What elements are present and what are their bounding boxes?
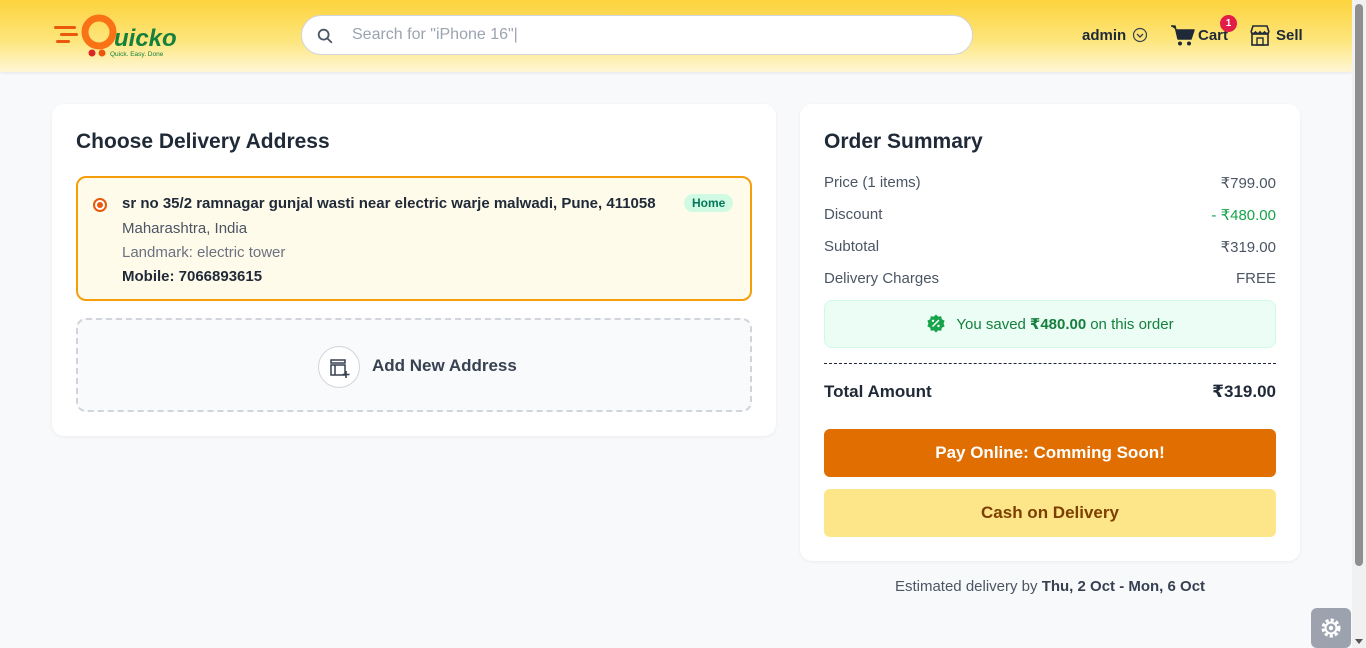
pay-online-button[interactable]: Pay Online: Comming Soon!: [824, 429, 1276, 477]
cart-count-badge: 1: [1220, 15, 1237, 32]
quicko-logo[interactable]: uicko Quick. Easy. Done: [54, 12, 194, 60]
summary-divider: [824, 363, 1276, 364]
address-type-badge: Home: [684, 194, 734, 212]
sell-label: Sell: [1276, 26, 1303, 44]
savings-prefix: You saved: [956, 315, 1026, 333]
summary-row-value: FREE: [1235, 270, 1276, 287]
summary-row-label: Subtotal: [824, 238, 880, 255]
summary-row-delivery: Delivery Charges FREE: [824, 270, 1276, 287]
add-new-address-button[interactable]: Add New Address: [76, 318, 752, 412]
summary-row-label: Discount: [824, 206, 883, 223]
scrollbar-thumb[interactable]: [1355, 4, 1363, 566]
summary-row-discount: Discount - ₹480.00: [824, 206, 1276, 224]
estimated-delivery: Estimated delivery by Thu, 2 Oct - Mon, …: [800, 578, 1300, 595]
settings-button[interactable]: [1311, 608, 1351, 648]
logo-graphic: uicko Quick. Easy. Done: [54, 14, 177, 58]
address-option-selected[interactable]: sr no 35/2 ramnagar gunjal wasti near el…: [76, 176, 752, 301]
savings-suffix: on this order: [1090, 315, 1174, 333]
cash-on-delivery-button[interactable]: Cash on Delivery: [824, 489, 1276, 537]
summary-row-label: Price (1 items): [824, 174, 921, 191]
add-new-address-label: Add New Address: [372, 356, 517, 375]
user-label: admin: [1082, 26, 1127, 44]
svg-text:uicko: uicko: [114, 25, 177, 52]
summary-row-value: ₹799.00: [1220, 175, 1276, 192]
summary-row-subtotal: Subtotal ₹319.00: [824, 238, 1276, 256]
svg-text:Quick. Easy. Done: Quick. Easy. Done: [110, 51, 164, 58]
user-menu[interactable]: admin: [1082, 20, 1148, 50]
cart-icon: [1171, 25, 1195, 46]
summary-row-price: Price (1 items) ₹799.00: [824, 174, 1276, 192]
sell-button[interactable]: Sell: [1248, 20, 1303, 50]
total-label: Total Amount: [824, 382, 932, 401]
settings-gear-icon: [1321, 618, 1341, 638]
delivery-address-card: Choose Delivery Address sr no 35/2 ramna…: [52, 104, 776, 436]
address-landmark: Landmark: electric tower: [122, 244, 286, 261]
discount-badge-icon: [927, 314, 945, 333]
savings-amount: ₹480.00: [1029, 316, 1087, 333]
eta-prefix: Estimated delivery by: [894, 578, 1038, 595]
add-address-icon-wrap: [318, 346, 360, 388]
page-scrollbar[interactable]: [1352, 0, 1366, 648]
summary-title: Order Summary: [824, 130, 983, 153]
search-input[interactable]: [352, 23, 952, 47]
eta-dates: Thu, 2 Oct - Mon, 6 Oct: [1041, 578, 1206, 595]
address-mobile: Mobile: 7066893615: [122, 268, 263, 285]
top-header: uicko Quick. Easy. Done admin Cart 1: [0, 0, 1352, 72]
add-location-icon: [330, 359, 350, 378]
total-value: ₹319.00: [1212, 382, 1276, 401]
order-summary-card: Order Summary Price (1 items) ₹799.00 Di…: [800, 104, 1300, 561]
savings-banner: You saved ₹480.00 on this order: [824, 300, 1276, 348]
address-line2: Maharashtra, India: [122, 220, 248, 237]
summary-row-value: - ₹480.00: [1211, 207, 1276, 224]
summary-row-label: Delivery Charges: [824, 270, 940, 287]
summary-row-value: ₹319.00: [1220, 239, 1276, 256]
total-amount-row: Total Amount ₹319.00: [824, 382, 1276, 402]
store-icon: [1250, 25, 1270, 46]
address-radio[interactable]: [93, 198, 107, 212]
search-bar[interactable]: [301, 15, 973, 55]
search-icon: [317, 28, 333, 44]
delivery-title: Choose Delivery Address: [76, 130, 330, 153]
scroll-down-arrow-icon[interactable]: [1355, 639, 1363, 644]
address-line1: sr no 35/2 ramnagar gunjal wasti near el…: [122, 195, 656, 212]
chevron-down-icon: [1133, 27, 1148, 43]
